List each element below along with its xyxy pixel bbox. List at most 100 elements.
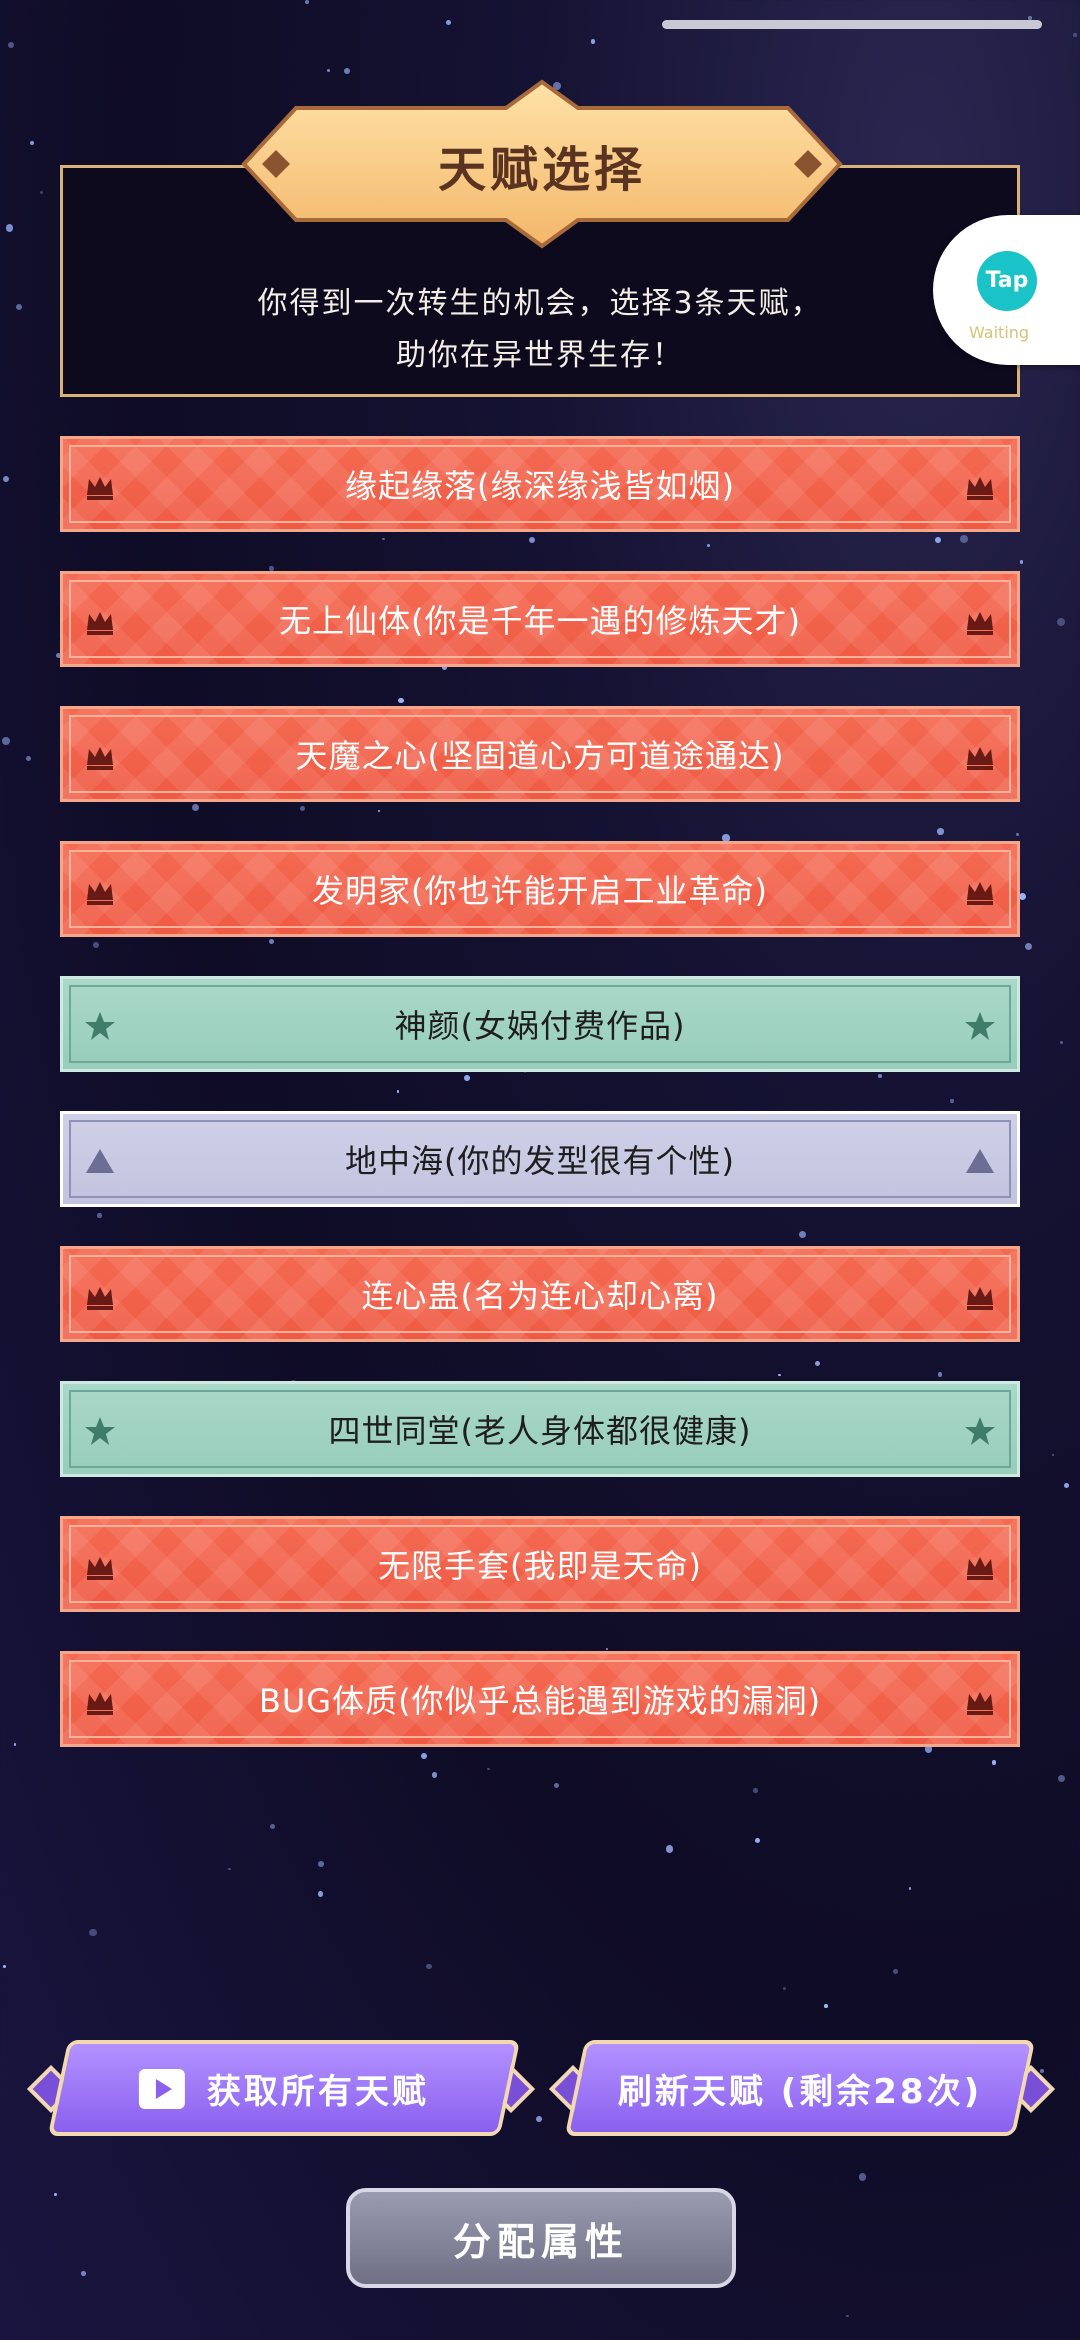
- crown-icon: [83, 1279, 117, 1313]
- star-decoration: [40, 190, 44, 194]
- talent-label: 连心蛊(名为连心却心离): [361, 1277, 719, 1315]
- star-decoration: [89, 1928, 97, 1937]
- star-decoration: [1059, 1040, 1063, 1044]
- star-decoration: [1019, 560, 1024, 564]
- star-decoration: [536, 2116, 543, 2123]
- crown-icon: [963, 604, 997, 638]
- star-decoration: [1058, 1775, 1066, 1783]
- star-decoration: [13, 1742, 17, 1746]
- star-decoration: [53, 2192, 57, 2196]
- intro-text: 你得到一次转生的机会，选择3条天赋， 助你在异世界生存！: [63, 278, 1017, 382]
- triangle-icon: [83, 1144, 117, 1178]
- star-decoration: [1073, 33, 1078, 37]
- refresh-talents-label: 刷新天赋 (剩余28次): [617, 2071, 983, 2112]
- star-decoration: [445, 19, 451, 25]
- talent-option[interactable]: 天魔之心(坚固道心方可道途通达): [60, 706, 1020, 802]
- star-decoration: [318, 1861, 325, 1868]
- crown-icon: [963, 874, 997, 908]
- get-all-talents-button[interactable]: 获取所有天赋: [47, 2040, 521, 2136]
- star-icon: [83, 1414, 117, 1448]
- crown-icon: [83, 604, 117, 638]
- star-decoration: [665, 1845, 674, 1853]
- star-decoration: [3, 475, 10, 482]
- crown-icon: [83, 1684, 117, 1718]
- tap-floating-button[interactable]: Tap Waiting: [933, 215, 1080, 365]
- star-decoration: [755, 1838, 761, 1844]
- star-decoration: [753, 1788, 758, 1793]
- talent-label: 发明家(你也许能开启工业革命): [312, 872, 768, 910]
- star-decoration: [1057, 618, 1066, 626]
- crown-icon: [963, 1279, 997, 1313]
- star-icon: [83, 1009, 117, 1043]
- triangle-icon: [963, 1144, 997, 1178]
- allocate-attributes-button[interactable]: 分配属性: [346, 2188, 736, 2288]
- get-all-talents-label: 获取所有天赋: [207, 2071, 429, 2112]
- star-decoration: [1051, 1453, 1054, 1456]
- crown-icon: [963, 1684, 997, 1718]
- star-decoration: [908, 1887, 912, 1890]
- crown-icon: [963, 469, 997, 503]
- talent-label: BUG体质(你似乎总能遇到游戏的漏洞): [258, 1682, 822, 1720]
- star-decoration: [1, 737, 10, 746]
- crown-icon: [83, 739, 117, 773]
- talent-option[interactable]: 地中海(你的发型很有个性): [60, 1111, 1020, 1207]
- talent-label: 四世同堂(老人身体都很健康): [328, 1412, 752, 1450]
- star-decoration: [3, 1965, 7, 1969]
- video-play-icon: [139, 2068, 185, 2108]
- star-icon: [963, 1414, 997, 1448]
- intro-line-2: 助你在异世界生存！: [396, 338, 684, 373]
- tap-logo-icon: Tap: [977, 251, 1037, 311]
- star-decoration: [228, 1867, 231, 1871]
- star-decoration: [343, 67, 351, 74]
- star-decoration: [8, 42, 15, 49]
- star-decoration: [783, 1987, 786, 1990]
- star-decoration: [1019, 892, 1027, 900]
- status-home-indicator: [662, 20, 1042, 29]
- talent-label: 缘起缘落(缘深缘浅皆如烟): [345, 467, 735, 505]
- star-decoration: [317, 1891, 323, 1897]
- title-plaque: 天赋选择: [228, 78, 856, 250]
- talent-option[interactable]: 发明家(你也许能开启工业革命): [60, 841, 1020, 937]
- crown-icon: [963, 1549, 997, 1583]
- intro-line-1: 你得到一次转生的机会，选择3条天赋，: [257, 286, 823, 321]
- talent-option[interactable]: BUG体质(你似乎总能遇到游戏的漏洞): [60, 1651, 1020, 1747]
- star-decoration: [15, 303, 22, 310]
- star-decoration: [824, 2004, 828, 2008]
- star-decoration: [426, 1963, 432, 1970]
- star-decoration: [858, 2172, 867, 2181]
- star-decoration: [326, 68, 330, 72]
- talent-option[interactable]: 神颜(女娲付费作品): [60, 976, 1020, 1072]
- star-icon: [963, 1009, 997, 1043]
- talent-option[interactable]: 连心蛊(名为连心却心离): [60, 1246, 1020, 1342]
- talent-option[interactable]: 无限手套(我即是天命): [60, 1516, 1020, 1612]
- crown-icon: [83, 469, 117, 503]
- talent-label: 无上仙体(你是千年一遇的修炼天才): [279, 602, 801, 640]
- talent-list: 缘起缘落(缘深缘浅皆如烟) 无上仙体(你是千年一遇的修炼天才) 天魔之心(坚固道心方…: [60, 436, 1020, 1786]
- star-decoration: [893, 1968, 899, 1975]
- refresh-talents-button[interactable]: 刷新天赋 (剩余28次): [564, 2040, 1036, 2136]
- talent-label: 无限手套(我即是天命): [378, 1547, 702, 1585]
- talent-option[interactable]: 无上仙体(你是千年一遇的修炼天才): [60, 571, 1020, 667]
- star-decoration: [81, 2271, 86, 2276]
- crown-icon: [83, 874, 117, 908]
- star-decoration: [29, 141, 34, 146]
- star-decoration: [5, 223, 14, 232]
- page-title: 天赋选择: [437, 142, 646, 198]
- crown-icon: [83, 1549, 117, 1583]
- crown-icon: [963, 739, 997, 773]
- talent-label: 地中海(你的发型很有个性): [345, 1142, 735, 1180]
- star-decoration: [25, 755, 32, 761]
- star-decoration: [1025, 942, 1033, 950]
- talent-label: 天魔之心(坚固道心方可道途通达): [295, 737, 785, 775]
- star-decoration: [270, 1824, 275, 1830]
- allocate-attributes-label: 分配属性: [452, 2219, 629, 2264]
- star-decoration: [1064, 1483, 1070, 1489]
- talent-option[interactable]: 四世同堂(老人身体都很健康): [60, 1381, 1020, 1477]
- star-decoration: [305, 0, 310, 5]
- talent-option[interactable]: 缘起缘落(缘深缘浅皆如烟): [60, 436, 1020, 532]
- star-decoration: [846, 2314, 849, 2317]
- star-decoration: [1039, 2068, 1045, 2074]
- star-decoration: [590, 39, 596, 44]
- tap-status-text: Waiting: [969, 323, 1030, 342]
- talent-label: 神颜(女娲付费作品): [394, 1007, 686, 1045]
